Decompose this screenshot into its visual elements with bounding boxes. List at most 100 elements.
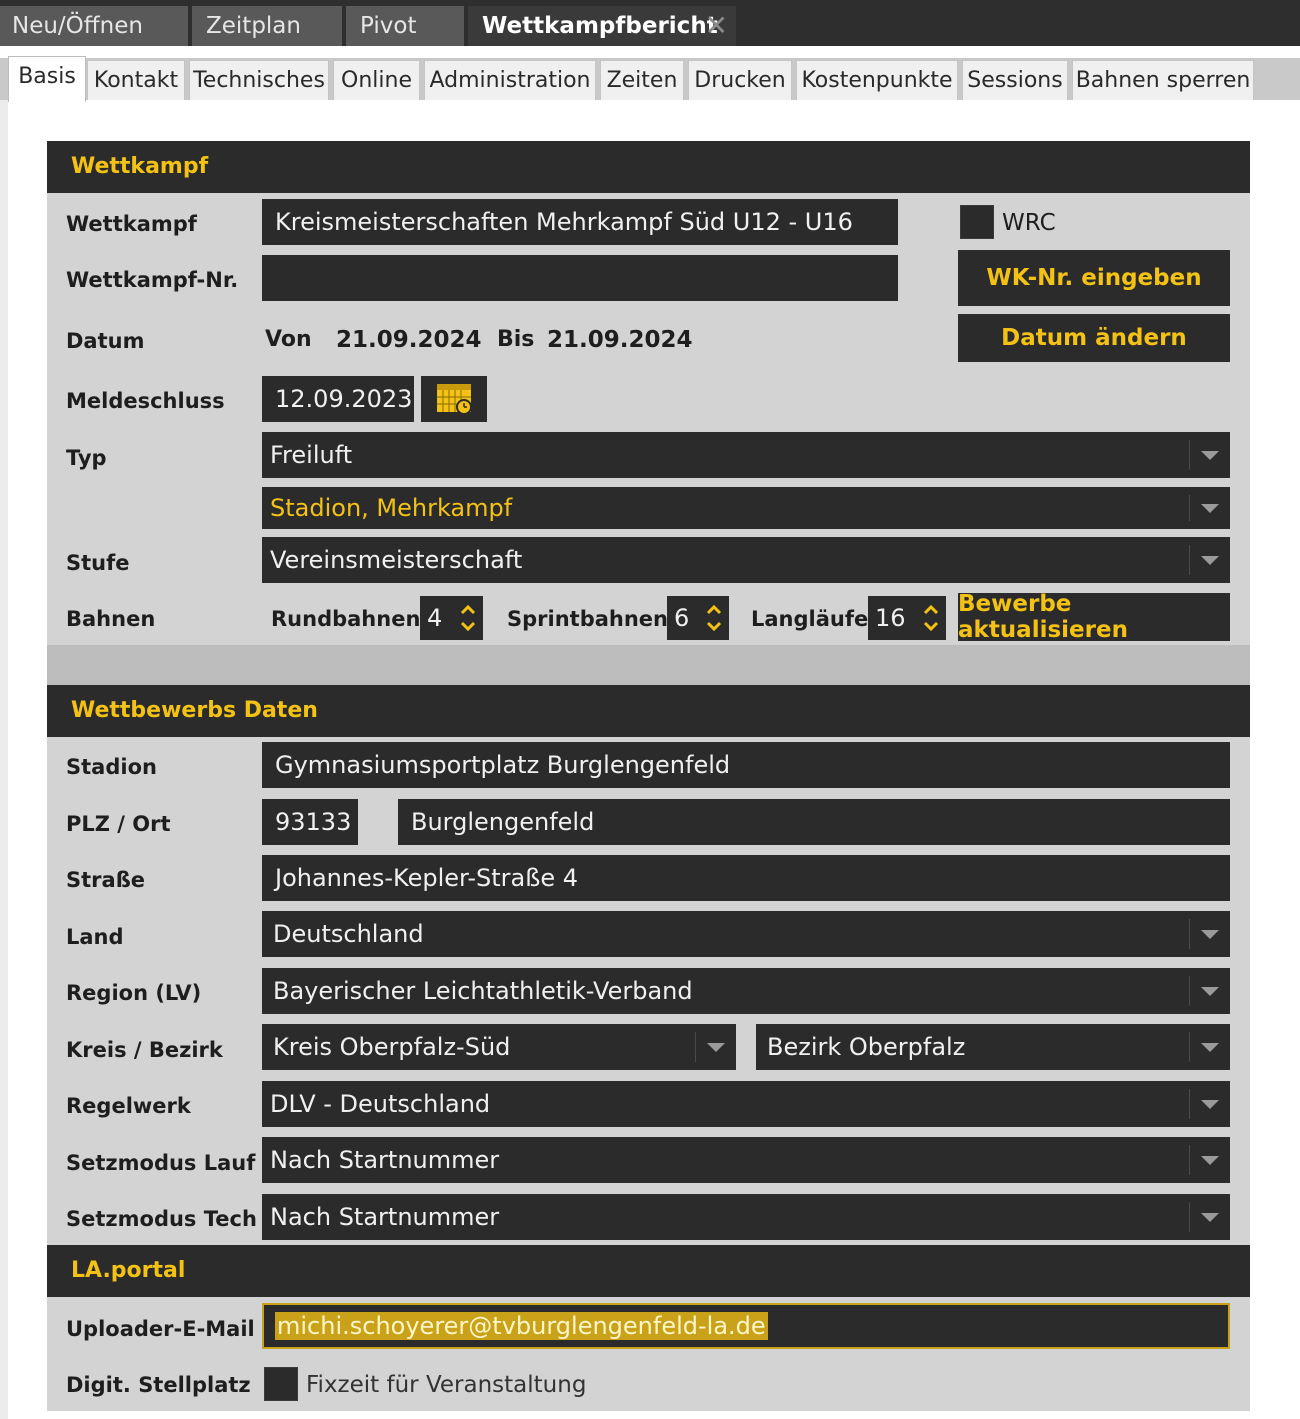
region-dropdown[interactable]: Bayerischer Leichtathletik-Verband (262, 968, 1230, 1014)
label-wettkampf-nr: Wettkampf-Nr. (66, 268, 239, 292)
email-selected-text: michi.schoyerer@tvburglengenfeld-la.de (275, 1312, 768, 1340)
wrc-checkbox[interactable] (960, 205, 994, 239)
tab-label: Neu/Öffnen (12, 13, 143, 39)
label-langlaeufe: Langläufe (751, 607, 869, 631)
typ-dropdown[interactable]: Freiluft (262, 432, 1230, 478)
calendar-button[interactable] (421, 376, 487, 422)
datum-aendern-button[interactable]: Datum ändern (958, 314, 1230, 362)
plz-field[interactable]: 93133 (262, 799, 358, 845)
wk-nr-eingeben-button[interactable]: WK-Nr. eingeben (958, 250, 1230, 306)
tab-label: Zeiten (606, 68, 678, 93)
chevron-down-icon[interactable] (695, 1032, 736, 1062)
label-setzmodus-tech: Setzmodus Tech (66, 1207, 257, 1231)
section-header-wettkampf: Wettkampf (47, 141, 1250, 193)
label-bahnen: Bahnen (66, 607, 156, 631)
section-header-laportal: LA.portal (47, 1245, 1250, 1297)
rundbahnen-value: 4 (427, 604, 443, 632)
land-dropdown[interactable]: Deutschland (262, 911, 1230, 957)
land-value: Deutschland (273, 920, 424, 948)
tab-label: Basis (18, 64, 76, 89)
label-plz-ort: PLZ / Ort (66, 812, 171, 836)
section-divider (47, 645, 1250, 685)
tab-label: Zeitplan (206, 13, 301, 39)
label-kreis-bezirk: Kreis / Bezirk (66, 1038, 223, 1062)
chevron-down-icon[interactable] (1189, 1145, 1230, 1175)
meldeschluss-field[interactable]: 12.09.2023 (262, 376, 414, 422)
label-land: Land (66, 925, 124, 949)
ort-field[interactable]: Burglengenfeld (398, 799, 1230, 845)
kreis-dropdown[interactable]: Kreis Oberpfalz-Süd (262, 1024, 736, 1070)
rundbahnen-stepper[interactable]: 4 (420, 596, 483, 640)
label-uploader-email: Uploader-E-Mail (66, 1317, 255, 1341)
tab-wettkampfbericht[interactable]: Wettkampfbericht ✕ (468, 6, 736, 46)
datum-bis-value: 21.09.2024 (547, 327, 693, 353)
tab-zeiten[interactable]: Zeiten (600, 60, 684, 100)
chevron-down-icon[interactable] (1189, 1089, 1230, 1119)
tab-label: Online (341, 68, 412, 93)
tab-kostenpunkte[interactable]: Kostenpunkte (796, 60, 958, 100)
bezirk-dropdown[interactable]: Bezirk Oberpfalz (756, 1024, 1230, 1070)
label-setzmodus-lauf: Setzmodus Lauf (66, 1151, 256, 1175)
typ-value: Freiluft (270, 441, 353, 469)
subtyp-dropdown[interactable]: Stadion, Mehrkampf (262, 487, 1230, 529)
wettkampf-nr-field[interactable] (262, 255, 898, 301)
tab-label: Administration (429, 68, 591, 93)
stepper-arrows-icon[interactable] (920, 599, 942, 637)
label-datum: Datum (66, 329, 145, 353)
stepper-arrows-icon[interactable] (457, 599, 479, 637)
stepper-arrows-icon[interactable] (703, 599, 725, 637)
left-border (0, 100, 8, 1419)
chevron-down-icon[interactable] (1189, 976, 1230, 1006)
tab-drucken[interactable]: Drucken (688, 60, 792, 100)
bewerbe-aktualisieren-button[interactable]: Bewerbe aktualisieren (958, 591, 1230, 643)
tab-pivot[interactable]: Pivot (346, 6, 464, 46)
label-typ: Typ (66, 446, 107, 470)
chevron-down-icon[interactable] (1189, 919, 1230, 949)
chevron-down-icon[interactable] (1189, 495, 1230, 521)
label-region: Region (LV) (66, 981, 202, 1005)
regelwerk-value: DLV - Deutschland (270, 1090, 491, 1118)
tab-technisches[interactable]: Technisches (189, 60, 329, 100)
chevron-down-icon[interactable] (1189, 1202, 1230, 1232)
kreis-value: Kreis Oberpfalz-Süd (273, 1033, 511, 1061)
bezirk-value: Bezirk Oberpfalz (767, 1033, 966, 1061)
stufe-dropdown[interactable]: Vereinsmeisterschaft (262, 537, 1230, 583)
label-meldeschluss: Meldeschluss (66, 389, 225, 413)
langlaeufe-stepper[interactable]: 16 (868, 596, 946, 640)
uploader-email-field[interactable]: michi.schoyerer@tvburglengenfeld-la.de (262, 1303, 1230, 1349)
subtyp-value: Stadion, Mehrkampf (270, 494, 513, 522)
setzmodus-tech-dropdown[interactable]: Nach Startnummer (262, 1194, 1230, 1240)
label-stufe: Stufe (66, 551, 130, 575)
tab-bahnen-sperren[interactable]: Bahnen sperren (1072, 60, 1254, 100)
tab-label: Wettkampfbericht (482, 13, 718, 39)
chevron-down-icon[interactable] (1189, 545, 1230, 575)
region-value: Bayerischer Leichtathletik-Verband (273, 977, 693, 1005)
tab-zeitplan[interactable]: Zeitplan (192, 6, 342, 46)
tab-administration[interactable]: Administration (424, 60, 596, 100)
regelwerk-dropdown[interactable]: DLV - Deutschland (262, 1081, 1230, 1127)
tab-label: Bahnen sperren (1075, 68, 1251, 93)
section-header-wettbewerb: Wettbewerbs Daten (47, 685, 1250, 737)
strasse-field[interactable]: Johannes-Kepler-Straße 4 (262, 855, 1230, 901)
tab-label: Pivot (360, 13, 417, 39)
sprintbahnen-stepper[interactable]: 6 (667, 596, 729, 640)
stadion-field[interactable]: Gymnasiumsportplatz Burglengenfeld (262, 742, 1230, 788)
tab-basis[interactable]: Basis (8, 56, 86, 102)
tab-label: Kostenpunkte (801, 68, 953, 93)
tab-label: Kontakt (93, 68, 179, 93)
wettkampf-name-field[interactable]: Kreismeisterschaften Mehrkampf Süd U12 -… (262, 199, 898, 245)
tab-kontakt[interactable]: Kontakt (87, 60, 185, 100)
setzmodus-lauf-dropdown[interactable]: Nach Startnummer (262, 1137, 1230, 1183)
label-regelwerk: Regelwerk (66, 1094, 191, 1118)
tab-sessions[interactable]: Sessions (962, 60, 1068, 100)
close-icon[interactable]: ✕ (705, 6, 728, 46)
chevron-down-icon[interactable] (1189, 1032, 1230, 1062)
tab-label: Technisches (193, 68, 325, 93)
datum-von-value: 21.09.2024 (336, 327, 482, 353)
chevron-down-icon[interactable] (1189, 440, 1230, 470)
tab-neu-oeffnen[interactable]: Neu/Öffnen (0, 6, 188, 46)
tab-online[interactable]: Online (333, 60, 420, 100)
fixzeit-checkbox[interactable] (264, 1367, 298, 1401)
label-strasse: Straße (66, 868, 146, 892)
tab-label: Drucken (694, 68, 786, 93)
